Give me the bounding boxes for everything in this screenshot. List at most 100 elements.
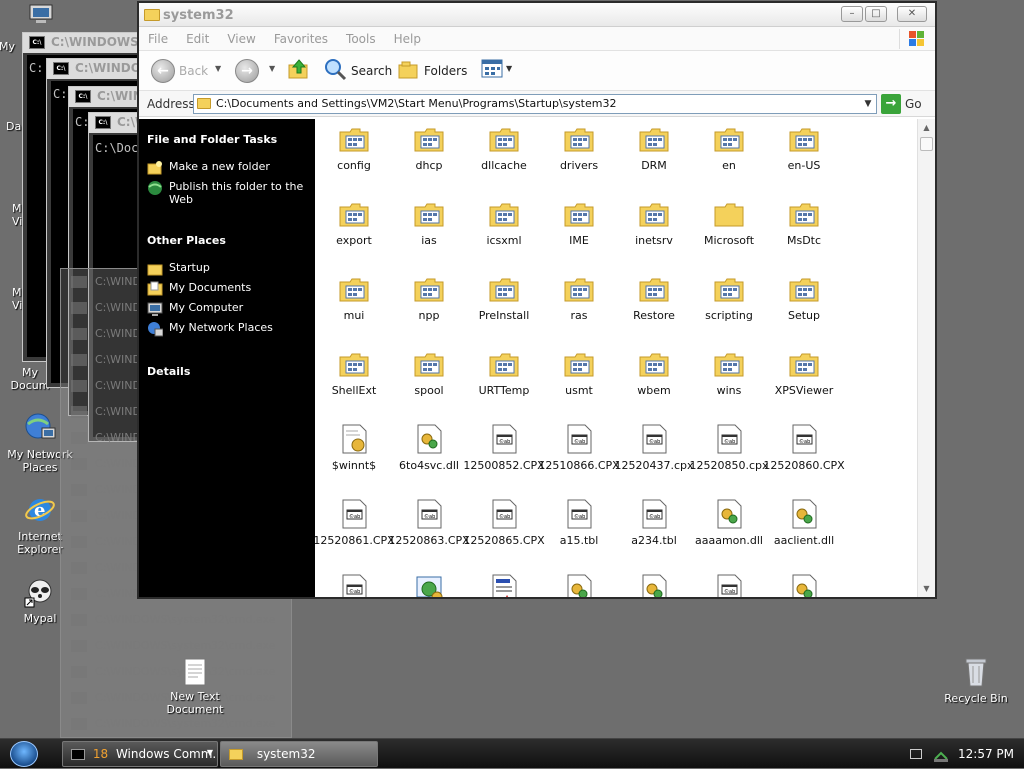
desktop-icon-recycle-bin[interactable]: Recycle Bin: [936, 656, 1016, 705]
folder-item[interactable]: mui: [316, 269, 392, 343]
folder-item[interactable]: Microsoft: [691, 194, 767, 268]
maximize-button[interactable]: □: [865, 6, 887, 22]
file-item[interactable]: ©ab a15.tbl: [541, 494, 617, 568]
views-dropdown-icon[interactable]: ▼: [506, 64, 512, 88]
search-icon[interactable]: [323, 57, 347, 81]
back-icon[interactable]: ←: [151, 59, 175, 83]
folder-item[interactable]: ShellExt: [316, 344, 392, 418]
title-bar[interactable]: system32 – □ ✕: [139, 3, 935, 27]
folder-item[interactable]: en-US: [766, 119, 842, 193]
publish-folder-link[interactable]: Publish this folder to the Web: [147, 180, 307, 206]
forward-icon[interactable]: →: [235, 59, 259, 83]
address-input[interactable]: C:\Documents and Settings\VM2\Start Menu…: [193, 94, 877, 114]
folder-item[interactable]: icsxml: [466, 194, 542, 268]
file-item[interactable]: [616, 569, 692, 597]
file-folder-tasks-heading[interactable]: File and Folder Tasks: [147, 133, 277, 146]
folder-item[interactable]: config: [316, 119, 392, 193]
menu-favorites[interactable]: Favorites: [265, 27, 337, 46]
file-item[interactable]: ©ab 12510866.CPX: [538, 419, 620, 493]
file-item[interactable]: ©ab: [691, 569, 767, 597]
folder-item[interactable]: URTTemp: [466, 344, 542, 418]
file-item[interactable]: ©ab 12520860.CPX: [763, 419, 845, 493]
folder-item[interactable]: dllcache: [466, 119, 542, 193]
folder-item[interactable]: scripting: [691, 269, 767, 343]
taskbar-cmd-group[interactable]: 18 Windows Comm... ▼: [62, 741, 218, 767]
file-item[interactable]: ©ab a234.tbl: [616, 494, 692, 568]
folder-item[interactable]: usmt: [541, 344, 617, 418]
explorer-window[interactable]: system32 – □ ✕ File Edit View Favorites Tool…: [137, 1, 937, 599]
folder-item[interactable]: IME: [541, 194, 617, 268]
up-folder-icon[interactable]: [287, 57, 311, 81]
menu-view[interactable]: View: [218, 27, 264, 46]
folders-icon[interactable]: [397, 57, 421, 81]
folders-button[interactable]: Folders: [424, 64, 467, 88]
file-item[interactable]: $winnt$: [316, 419, 392, 493]
clock[interactable]: 12:57 PM: [958, 747, 1014, 761]
file-item[interactable]: ©ab 12500852.CPX: [463, 419, 545, 493]
place-my-documents-link[interactable]: My Documents: [147, 281, 307, 296]
vertical-scrollbar[interactable]: ▲ ▼: [917, 119, 935, 597]
file-item[interactable]: A: [466, 569, 542, 597]
menu-edit[interactable]: Edit: [177, 27, 218, 46]
desktop-icon-new-text-document[interactable]: New Text Document: [155, 658, 235, 716]
minimize-button[interactable]: –: [841, 6, 863, 22]
scroll-down-icon[interactable]: ▼: [918, 580, 935, 597]
folder-item[interactable]: dhcp: [391, 119, 467, 193]
file-item[interactable]: [391, 569, 467, 597]
file-item[interactable]: aaaamon.dll: [691, 494, 767, 568]
place-startup-link[interactable]: Startup: [147, 261, 307, 276]
folder-item[interactable]: ias: [391, 194, 467, 268]
menu-tools[interactable]: Tools: [337, 27, 385, 46]
menu-help[interactable]: Help: [385, 27, 430, 46]
file-item[interactable]: aaclient.dll: [766, 494, 842, 568]
file-item[interactable]: ©ab 12520850.cpx: [689, 419, 769, 493]
back-dropdown-icon[interactable]: ▼: [215, 64, 221, 88]
file-item[interactable]: ©ab 12520437.cpx: [614, 419, 694, 493]
views-icon[interactable]: [481, 57, 505, 81]
cmd-group-item[interactable]: C:\WINDOWS\system32\cmd.exe: [71, 639, 275, 659]
folder-item[interactable]: wbem: [616, 344, 692, 418]
scroll-up-icon[interactable]: ▲: [918, 119, 935, 136]
make-new-folder-link[interactable]: Make a new folder: [147, 160, 307, 175]
folder-item[interactable]: PreInstall: [466, 269, 542, 343]
keyboard-icon[interactable]: [910, 749, 922, 759]
other-places-heading[interactable]: Other Places: [147, 234, 226, 247]
network-tray-icon[interactable]: [932, 745, 950, 766]
desktop-label-data[interactable]: Da: [6, 120, 21, 133]
folder-item[interactable]: spool: [391, 344, 467, 418]
folder-item[interactable]: npp: [391, 269, 467, 343]
menu-file[interactable]: File: [139, 27, 177, 46]
folder-item[interactable]: wins: [691, 344, 767, 418]
place-my-network-places-link[interactable]: My Network Places: [147, 321, 307, 337]
folder-item[interactable]: Setup: [766, 269, 842, 343]
start-button[interactable]: [10, 741, 38, 767]
folder-item[interactable]: MsDtc: [766, 194, 842, 268]
file-item[interactable]: [766, 569, 842, 597]
forward-dropdown-icon[interactable]: ▼: [269, 64, 275, 88]
folder-item[interactable]: export: [316, 194, 392, 268]
desktop-icon-my-computer[interactable]: My: [0, 4, 80, 53]
folder-item[interactable]: ras: [541, 269, 617, 343]
cmd-group-item[interactable]: C:\WINDOWS\system32\cmd.exe: [71, 717, 275, 737]
file-item[interactable]: 6to4svc.dll: [391, 419, 467, 493]
folder-item[interactable]: inetsrv: [616, 194, 692, 268]
folder-item[interactable]: Restore: [616, 269, 692, 343]
scroll-thumb[interactable]: [920, 137, 933, 151]
place-my-computer-link[interactable]: My Computer: [147, 301, 307, 316]
file-item[interactable]: ©ab: [316, 569, 392, 597]
desktop-label-my-documents[interactable]: My Docum: [10, 366, 50, 392]
file-item[interactable]: ©ab 12520861.CPX: [315, 494, 395, 568]
file-item[interactable]: ©ab 12520865.CPX: [463, 494, 545, 568]
go-button[interactable]: Go: [905, 97, 922, 111]
file-item[interactable]: ©ab 12520863.CPX: [388, 494, 470, 568]
back-button[interactable]: Back: [179, 64, 208, 88]
folder-item[interactable]: DRM: [616, 119, 692, 193]
file-item[interactable]: [541, 569, 617, 597]
search-button[interactable]: Search: [351, 64, 392, 88]
go-arrow-icon[interactable]: →: [881, 94, 901, 114]
taskbar-explorer-button[interactable]: system32: [220, 741, 378, 767]
folder-item[interactable]: drivers: [541, 119, 617, 193]
details-heading[interactable]: Details: [147, 365, 190, 378]
cmd-group-item[interactable]: C:\WINDOWS\system32\cmd.exe: [71, 613, 275, 633]
folder-item[interactable]: XPSViewer: [766, 344, 842, 418]
